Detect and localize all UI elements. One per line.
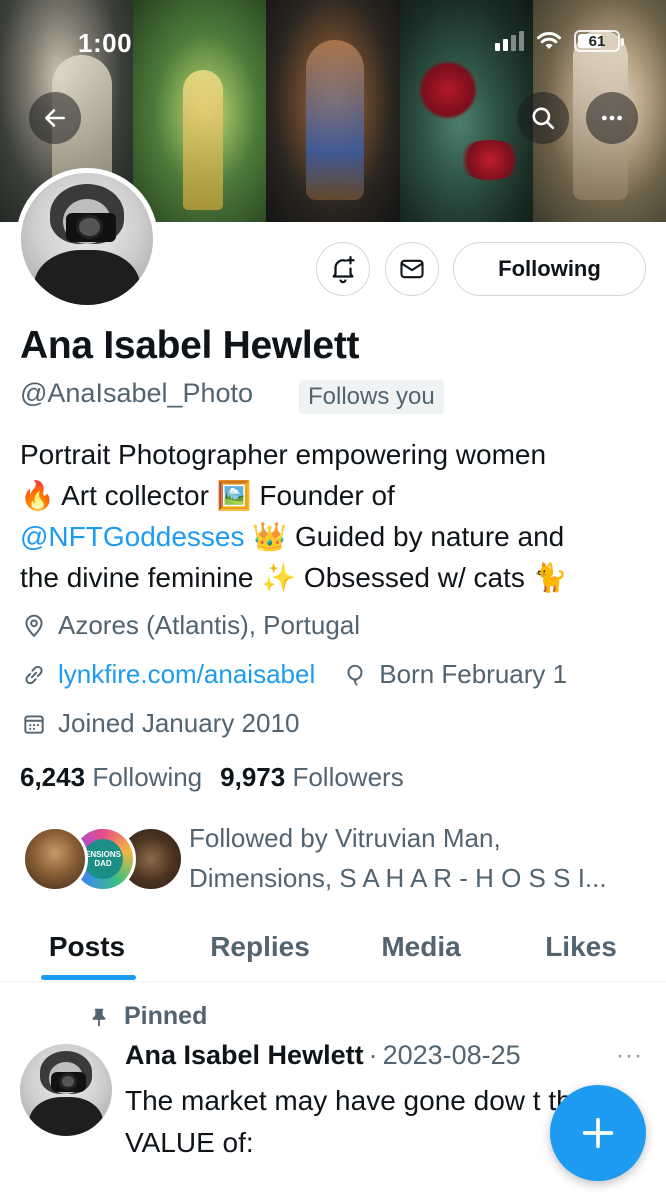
birthday-text: Born February 1 — [379, 659, 568, 689]
notifications-button[interactable] — [316, 242, 370, 296]
post-author-name[interactable]: Ana Isabel Hewlett — [125, 1040, 364, 1071]
status-time: 1:00 — [78, 28, 133, 58]
following-count: 6,243 — [20, 762, 86, 792]
battery-level: 61 — [588, 32, 606, 50]
following-button[interactable]: Following — [453, 242, 646, 296]
framed-picture-emoji: 🖼️ — [216, 479, 252, 512]
banner-photo-2 — [133, 0, 267, 222]
post-date[interactable]: 2023-08-25 — [383, 1040, 521, 1071]
following-label: Following — [92, 762, 203, 792]
post-author-avatar[interactable] — [20, 1044, 112, 1136]
more-options-button[interactable] — [586, 92, 638, 144]
arrow-left-icon — [45, 109, 65, 127]
location-text: Azores (Atlantis), Portugal — [58, 610, 361, 640]
website-row: lynkfire.com/anaisabel Born February 1 — [20, 659, 567, 690]
followers-label: Followers — [292, 762, 404, 792]
compose-button[interactable] — [550, 1085, 646, 1181]
battery-icon: 61 — [574, 30, 624, 52]
active-tab-indicator — [41, 975, 136, 980]
location-pin-icon — [20, 612, 48, 640]
display-name: Ana Isabel Hewlett — [20, 324, 360, 367]
wifi-icon — [536, 31, 562, 51]
fire-emoji: 🔥 — [20, 479, 55, 512]
followers-count: 9,973 — [220, 762, 286, 792]
avatar — [22, 826, 88, 892]
more-horizontal-icon — [602, 115, 622, 121]
birthday-item: Born February 1 — [341, 659, 567, 690]
followed-by-text[interactable]: Followed by Vitruvian Man, Dimensions, S… — [189, 818, 639, 898]
profile-bio: Portrait Photographer empowering women 🔥… — [20, 434, 650, 598]
bio-text: Founder of — [259, 480, 395, 511]
post-header: Ana Isabel Hewlett · 2023-08-25 — [125, 1040, 521, 1071]
user-handle: @AnaIsabel_Photo — [20, 378, 254, 408]
bio-text: Guided by nature and — [294, 521, 565, 552]
post-more-button[interactable]: ··· — [616, 1042, 643, 1070]
joined-text: Joined January 2010 — [58, 708, 300, 738]
tab-media[interactable]: Media — [346, 912, 496, 981]
followers-count-link[interactable]: 9,973 Followers — [220, 762, 404, 793]
tab-posts[interactable]: Posts — [0, 912, 174, 981]
joined-row: Joined January 2010 — [20, 708, 299, 739]
avatar-logo-text: ENSIONS DAD — [83, 839, 123, 879]
website-link[interactable]: lynkfire.com/anaisabel — [58, 659, 315, 690]
search-button[interactable] — [517, 92, 569, 144]
calendar-icon — [20, 710, 48, 738]
mail-icon — [400, 259, 424, 279]
balloon-icon — [341, 661, 369, 689]
tab-likes[interactable]: Likes — [496, 912, 666, 981]
sparkles-emoji: ✨ — [261, 561, 297, 594]
bio-text: Portrait Photographer empowering women — [20, 439, 547, 470]
link-icon — [20, 661, 48, 689]
bio-text: Obsessed w/ cats — [303, 562, 525, 593]
pin-icon — [92, 1008, 106, 1026]
cat-emoji: 🐈 — [532, 561, 568, 594]
cellular-signal-icon — [495, 31, 524, 51]
back-button[interactable] — [29, 92, 81, 144]
search-icon — [532, 107, 555, 130]
banner-photo-3 — [266, 0, 400, 222]
bio-text: Art collector — [61, 480, 209, 511]
location-row: Azores (Atlantis), Portugal — [20, 610, 360, 641]
bell-plus-icon — [332, 256, 355, 284]
crown-emoji: 👑 — [252, 520, 288, 553]
message-button[interactable] — [385, 242, 439, 296]
following-count-link[interactable]: 6,243 Following — [20, 762, 202, 793]
mutual-followers-facepile[interactable]: ENSIONS DAD — [22, 826, 184, 894]
bio-text: the divine feminine — [20, 562, 254, 593]
follows-you-badge: Follows you — [299, 380, 444, 414]
mention-link[interactable]: @NFTGoddesses — [20, 521, 245, 552]
profile-avatar[interactable] — [16, 168, 158, 310]
status-indicators: 61 — [495, 30, 624, 52]
pinned-indicator: Pinned — [88, 1002, 207, 1031]
separator-dot: · — [368, 1040, 378, 1070]
tab-replies[interactable]: Replies — [174, 912, 346, 981]
follow-counts: 6,243 Following 9,973 Followers — [20, 762, 404, 793]
plus-icon — [582, 1117, 614, 1149]
profile-tabs: Posts Replies Media Likes — [0, 912, 666, 982]
pinned-label: Pinned — [124, 1002, 208, 1030]
